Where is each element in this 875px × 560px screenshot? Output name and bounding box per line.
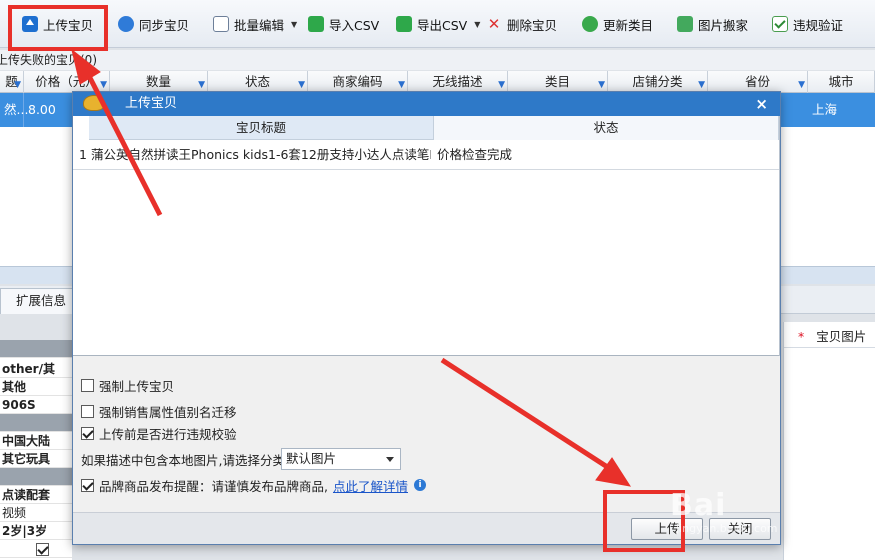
annotation-arrow-line xyxy=(440,357,614,473)
watermark-url: jingyan.baidu.com xyxy=(676,522,778,535)
annotation-arrowhead xyxy=(71,48,101,85)
annotation-arrow-line xyxy=(83,68,163,217)
annotation-arrows xyxy=(71,48,632,487)
watermark-logo: Bai xyxy=(670,488,727,523)
